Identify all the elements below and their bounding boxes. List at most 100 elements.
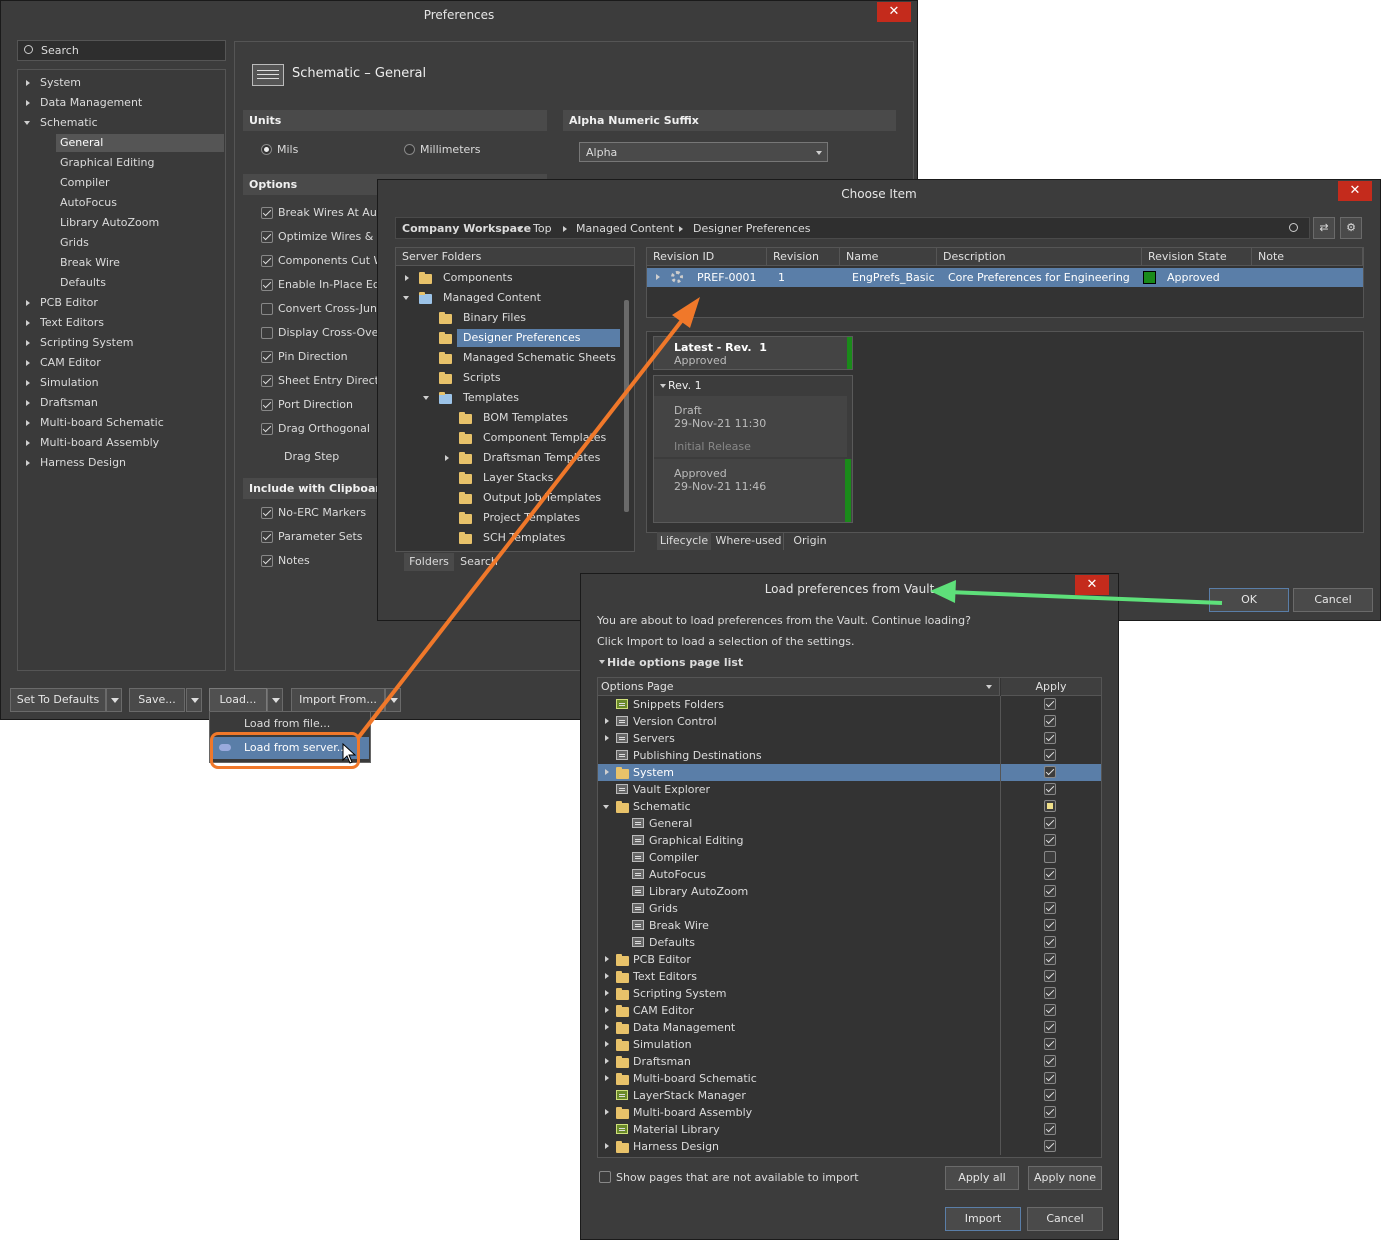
apply-checkbox[interactable] [1044, 851, 1056, 863]
option-checkbox[interactable] [261, 207, 273, 219]
sidebar-item[interactable]: Graphical Editing [56, 154, 224, 172]
chevron-right-icon[interactable] [26, 100, 30, 106]
sidebar-item[interactable]: Library AutoZoom [56, 214, 224, 232]
options-page-row[interactable]: Text Editors [598, 968, 1101, 985]
show-unavailable-checkbox[interactable] [599, 1171, 611, 1183]
apply-checkbox[interactable] [1044, 1004, 1056, 1016]
sidebar-item[interactable]: Data Management [18, 94, 225, 112]
choose-item-close-button[interactable]: ✕ [1338, 181, 1372, 201]
option-checkbox[interactable] [261, 423, 273, 435]
options-page-row[interactable]: Version Control [598, 713, 1101, 730]
load-button[interactable]: Load... [209, 688, 267, 712]
column-header[interactable]: Name [840, 248, 937, 266]
chevron-right-icon[interactable] [605, 1075, 609, 1081]
folder-item[interactable]: Designer Preferences [457, 329, 620, 347]
chevron-down-icon[interactable] [403, 296, 409, 300]
column-header[interactable]: Description [937, 248, 1142, 266]
apply-checkbox[interactable] [1044, 868, 1056, 880]
apply-checkbox[interactable] [1044, 987, 1056, 999]
chevron-right-icon[interactable] [26, 340, 30, 346]
option-checkbox[interactable] [261, 231, 273, 243]
apply-checkbox[interactable] [1044, 800, 1056, 812]
chevron-right-icon[interactable] [26, 320, 30, 326]
folder-item[interactable]: Scripts [457, 369, 634, 387]
options-page-row[interactable]: Vault Explorer [598, 781, 1101, 798]
chevron-right-icon[interactable] [26, 300, 30, 306]
options-page-row[interactable]: Publishing Destinations [598, 747, 1101, 764]
sidebar-item[interactable]: Multi-board Assembly [18, 434, 225, 452]
options-page-row[interactable]: General [598, 815, 1101, 832]
folder-item[interactable]: Project Templates [477, 509, 634, 527]
options-page-row[interactable]: CAM Editor [598, 1002, 1101, 1019]
options-page-row[interactable]: Compiler [598, 849, 1101, 866]
sidebar-item[interactable]: CAM Editor [18, 354, 225, 372]
folder-item[interactable]: Output Job Templates [477, 489, 634, 507]
chevron-right-icon[interactable] [605, 1024, 609, 1030]
apply-all-button[interactable]: Apply all [945, 1166, 1019, 1190]
column-header[interactable]: Revision [767, 248, 840, 266]
folder-item[interactable]: Templates [457, 389, 634, 407]
chevron-right-icon[interactable] [605, 1109, 609, 1115]
folder-item[interactable]: Draftsman Templates [477, 449, 634, 467]
apply-checkbox[interactable] [1044, 715, 1056, 727]
options-page-row[interactable]: Scripting System [598, 985, 1101, 1002]
options-page-row[interactable]: Harness Design [598, 1138, 1101, 1155]
folder-item[interactable]: Managed Schematic Sheets [457, 349, 634, 367]
table-row[interactable]: PREF-0001 1 EngPrefs_Basic Core Preferen… [647, 268, 1363, 287]
options-page-row[interactable]: Simulation [598, 1036, 1101, 1053]
option-checkbox[interactable] [261, 303, 273, 315]
apply-checkbox[interactable] [1044, 1021, 1056, 1033]
folder-item[interactable]: BOM Templates [477, 409, 634, 427]
preferences-close-button[interactable]: ✕ [877, 2, 911, 22]
sidebar-item[interactable]: Scripting System [18, 334, 225, 352]
folder-item[interactable]: Layer Stacks [477, 469, 634, 487]
sidebar-item[interactable]: Grids [56, 234, 224, 252]
chevron-right-icon[interactable] [26, 440, 30, 446]
search-icon[interactable] [1289, 223, 1298, 232]
chevron-right-icon[interactable] [605, 956, 609, 962]
folder-item[interactable]: Binary Files [457, 309, 634, 327]
chevron-right-icon[interactable] [605, 1041, 609, 1047]
sidebar-item[interactable]: Harness Design [18, 454, 225, 472]
chevron-right-icon[interactable] [26, 380, 30, 386]
clipboard-checkbox[interactable] [261, 555, 273, 567]
apply-checkbox[interactable] [1044, 919, 1056, 931]
latest-revision-card[interactable]: Latest - Rev. 1 Approved [653, 336, 853, 370]
chevron-down-icon[interactable] [24, 121, 30, 125]
chevron-right-icon[interactable] [26, 460, 30, 466]
chevron-right-icon[interactable] [605, 990, 609, 996]
options-page-row[interactable]: Break Wire [598, 917, 1101, 934]
apply-checkbox[interactable] [1044, 834, 1056, 846]
chevron-right-icon[interactable] [26, 360, 30, 366]
cancel-button[interactable]: Cancel [1027, 1207, 1103, 1231]
folder-item[interactable]: Components [437, 269, 617, 287]
load-dropdown[interactable] [267, 688, 283, 712]
chevron-right-icon[interactable] [605, 769, 609, 775]
apply-checkbox[interactable] [1044, 1038, 1056, 1050]
chevron-right-icon[interactable] [405, 275, 409, 281]
apply-checkbox[interactable] [1044, 1123, 1056, 1135]
sidebar-item[interactable]: Compiler [56, 174, 224, 192]
tab-lifecycle[interactable]: Lifecycle [657, 532, 711, 550]
settings-button[interactable]: ⚙ [1340, 217, 1362, 239]
apply-checkbox[interactable] [1044, 1089, 1056, 1101]
workspace-selector[interactable]: Company Workspace [402, 222, 531, 235]
chevron-right-icon[interactable] [445, 455, 449, 461]
save-dropdown[interactable] [186, 688, 202, 712]
set-to-defaults-dropdown[interactable] [106, 688, 122, 712]
options-page-row[interactable]: Draftsman [598, 1053, 1101, 1070]
options-page-row[interactable]: Servers [598, 730, 1101, 747]
apply-checkbox[interactable] [1044, 749, 1056, 761]
apply-checkbox[interactable] [1044, 783, 1056, 795]
options-page-row[interactable]: LayerStack Manager [598, 1087, 1101, 1104]
set-to-defaults-button[interactable]: Set To Defaults [10, 688, 106, 712]
sidebar-item[interactable]: Simulation [18, 374, 225, 392]
folders-scrollbar[interactable] [624, 300, 629, 512]
apply-checkbox[interactable] [1044, 732, 1056, 744]
options-page-row[interactable]: AutoFocus [598, 866, 1101, 883]
import-from-button[interactable]: Import From... [291, 688, 385, 712]
options-page-row[interactable]: System [598, 764, 1101, 781]
options-page-row[interactable]: Graphical Editing [598, 832, 1101, 849]
search-input[interactable]: Search [17, 40, 226, 61]
hide-options-toggle[interactable]: Hide options page list [597, 655, 757, 671]
